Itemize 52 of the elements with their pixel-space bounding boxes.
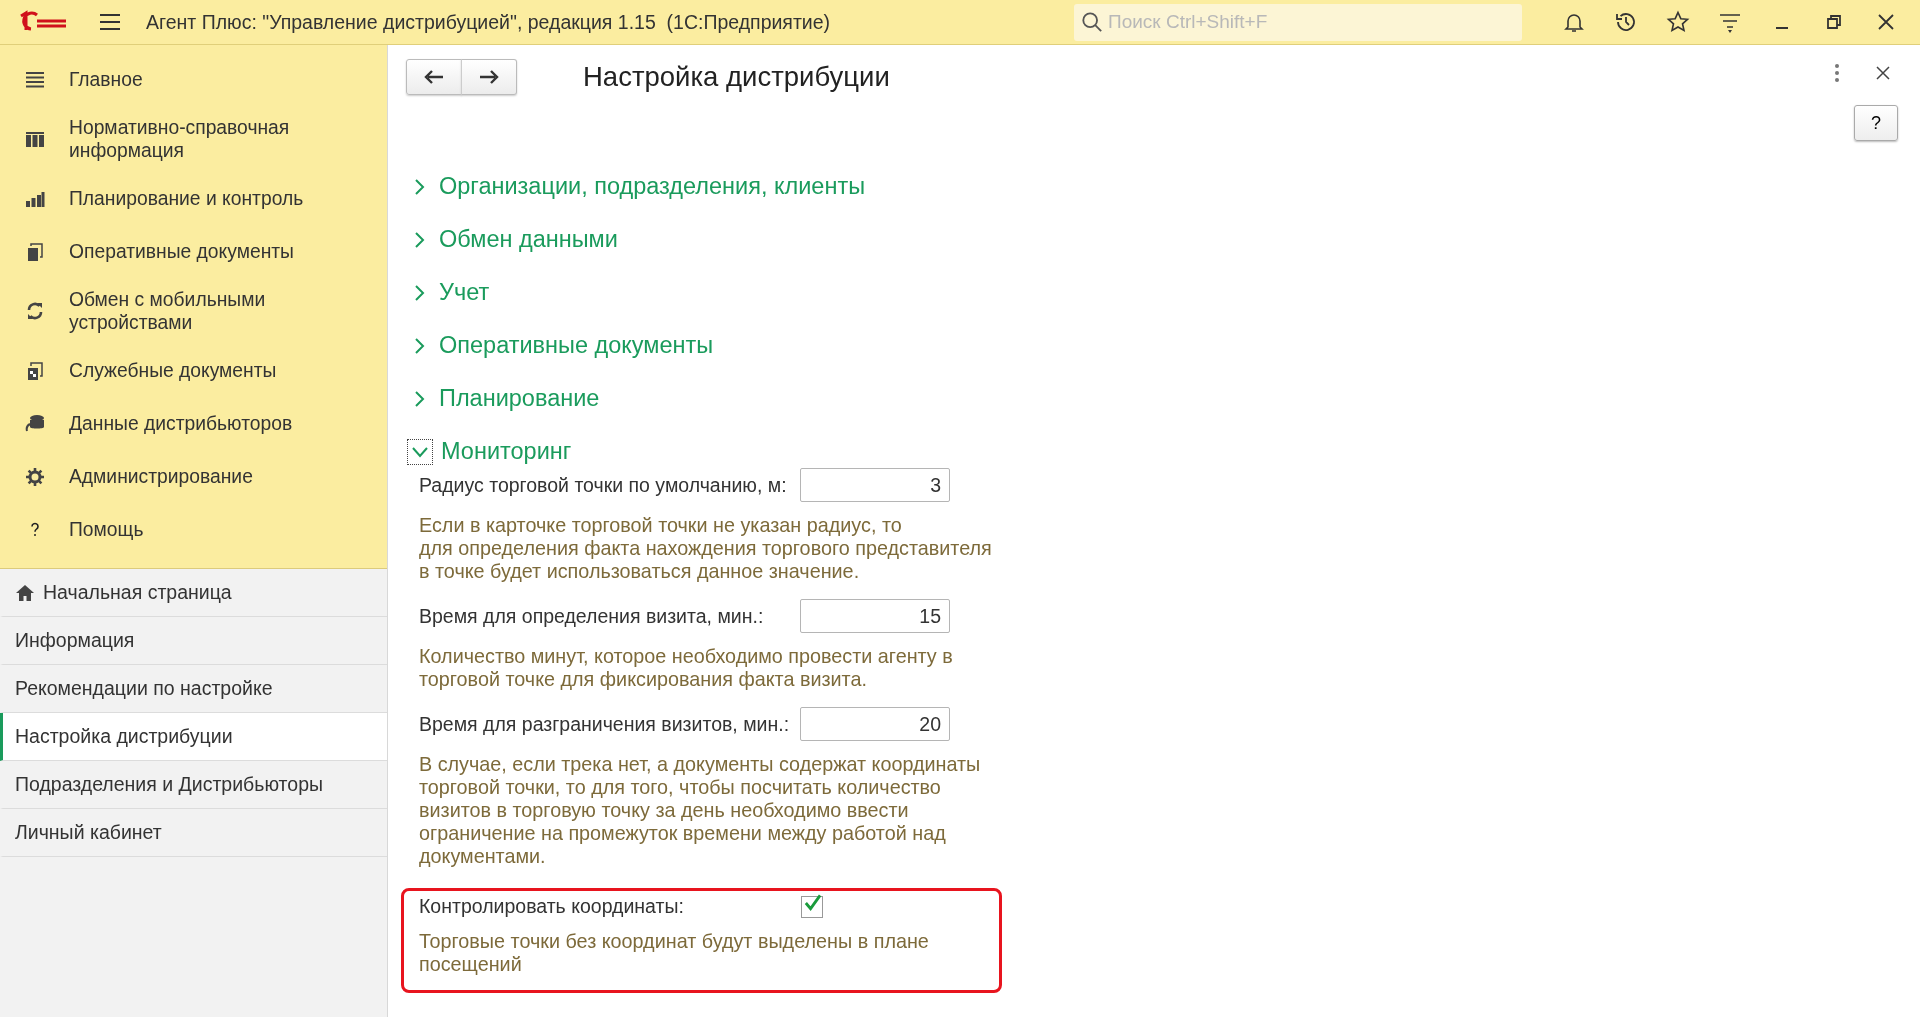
star-icon[interactable] [1666, 10, 1690, 34]
settings-icon [25, 466, 45, 487]
columns-icon [25, 129, 45, 149]
section-item[interactable]: Данные дистрибьюторов [0, 397, 387, 450]
section-item[interactable]: Главное [0, 53, 387, 106]
forward-button[interactable] [461, 59, 517, 95]
hint-text: Торговые точки без координат будут выделены в плане посещений [419, 930, 930, 976]
home-icon [15, 582, 35, 603]
group-header[interactable]: Обмен данными [407, 213, 618, 266]
more-icon[interactable] [1834, 63, 1840, 83]
back-button[interactable] [406, 59, 462, 95]
page-tab[interactable]: Информация [0, 617, 387, 665]
field-label: Время для определения визита, мин.: [419, 604, 764, 628]
history-icon[interactable] [1614, 10, 1638, 34]
close-icon[interactable] [1876, 66, 1890, 80]
page-tab[interactable]: Настройка дистрибуции [0, 713, 387, 761]
hint-text: В случае, если трека нет, а документы содержат координаты торговой точки, то для того, чтобы посчитать количество визитов в торговую точку за день необходимо ввести ограничение на промежуток времени между работой над документами. [419, 753, 982, 868]
search-icon [1081, 10, 1103, 33]
page-tab[interactable]: Личный кабинет [0, 809, 387, 857]
section-item[interactable]: Помощь [0, 503, 387, 556]
page-tab[interactable]: Подразделения и Дистрибьюторы [0, 761, 387, 809]
section-item[interactable]: Служебные документы [0, 344, 387, 397]
hint-text: Если в карточке торговой точки не указан радиус, то для определения факта нахождения торгового представителя в точке будет использоваться данное значение. [419, 514, 993, 583]
group-header[interactable]: Оперативные документы [407, 319, 714, 372]
number-field[interactable]: 20 [800, 707, 950, 741]
list-icon [25, 69, 45, 90]
section-item[interactable]: Оперативные документы [0, 225, 387, 278]
page-tab[interactable]: Начальная страница [0, 569, 387, 617]
group-header[interactable]: Учет [407, 266, 490, 319]
number-field[interactable]: 15 [800, 599, 950, 633]
field-label: Время для разграничения визитов, мин.: [419, 712, 790, 736]
section-item[interactable]: Нормативно-справочная информация [0, 106, 387, 172]
documents-icon [25, 241, 45, 262]
documents-icon [25, 360, 45, 381]
section-item[interactable]: Планирование и контроль [0, 172, 387, 225]
section-item[interactable]: Обмен с мобильными устройствами [0, 278, 387, 344]
group-header[interactable]: Планирование [407, 372, 600, 425]
arrow-left-icon [424, 70, 444, 84]
chevron-down-icon [407, 438, 433, 465]
search-field[interactable]: Поиск Ctrl+Shift+F [1074, 3, 1522, 41]
checkbox[interactable] [801, 895, 823, 918]
arrow-right-icon [479, 70, 499, 84]
window-title: Агент Плюс: "Управление дистрибуцией", редакция 1.15 (1С:Предприятие) [146, 10, 831, 34]
section-item[interactable]: Администрирование [0, 450, 387, 503]
field-label: Контролировать координаты: [419, 895, 684, 918]
hint-text: Количество минут, которое необходимо провести агенту в торговой точке для фиксирования факта визита. [419, 645, 954, 691]
form-title: Настройка дистрибуции [583, 61, 890, 93]
database-icon [25, 413, 45, 434]
group-header[interactable]: Организации, подразделения, клиенты [407, 160, 866, 213]
sync-icon [25, 301, 45, 321]
help-button[interactable]: ? [1854, 105, 1898, 141]
number-field[interactable]: 3 [800, 468, 950, 502]
